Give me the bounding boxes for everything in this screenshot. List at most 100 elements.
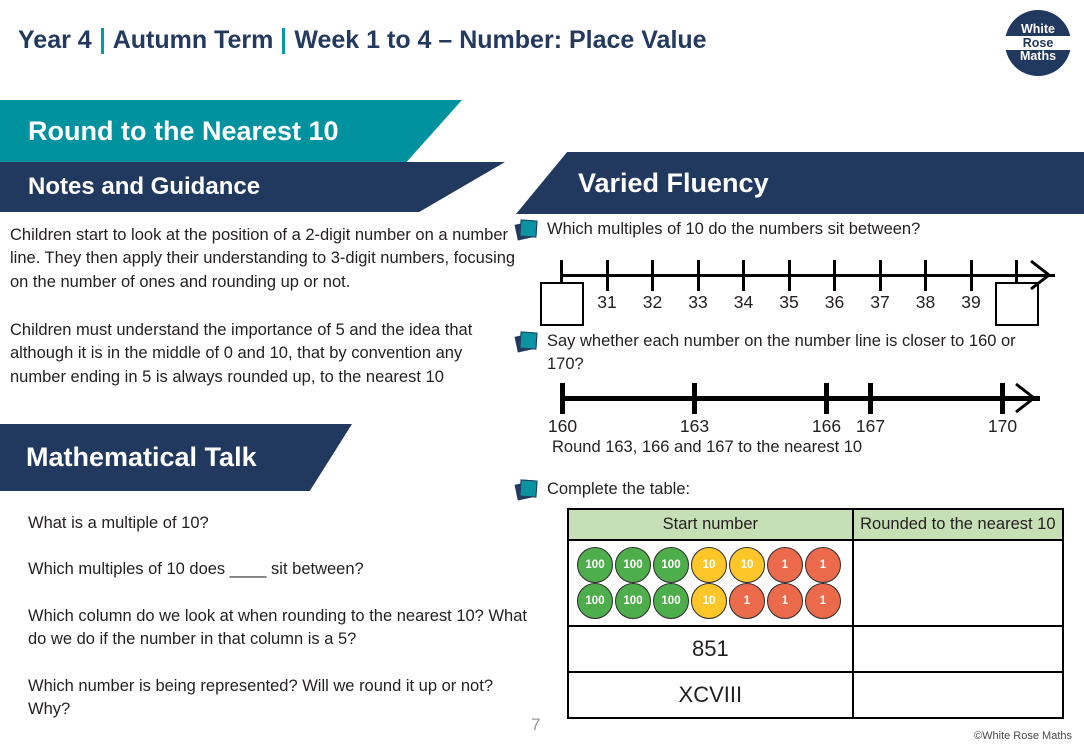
talk-question: Which multiples of 10 does ____ sit betw… bbox=[28, 560, 364, 579]
place-value-counter-100: 100 bbox=[653, 547, 689, 583]
number-line-tick-label: 160 bbox=[547, 416, 578, 436]
number-line-tick bbox=[924, 260, 927, 291]
page-header: Year 4 Autumn Term Week 1 to 4 – Number:… bbox=[0, 0, 1084, 88]
column-header-rounded: Rounded to the nearest 10 bbox=[851, 508, 1065, 541]
number-line-tick bbox=[878, 260, 882, 291]
number-line-tick-label: 37 bbox=[870, 292, 890, 312]
lesson-title: Round to the Nearest 10 bbox=[28, 115, 339, 146]
place-value-table: Start number Rounded to the nearest 10 1… bbox=[567, 508, 1065, 719]
number-line-tick bbox=[696, 260, 700, 291]
task-2: Say whether each number on the number li… bbox=[514, 330, 1046, 376]
copyright-notice: ©White Rose Maths bbox=[974, 730, 1072, 742]
rounded-answer-cell[interactable] bbox=[851, 671, 1065, 719]
header-term: Autumn Term bbox=[112, 26, 274, 54]
notes-paragraph-1: Children start to look at the position o… bbox=[10, 226, 516, 291]
place-value-counter-10: 10 bbox=[691, 547, 727, 583]
counter-row: 100 100 100 10 1 1 1 bbox=[577, 583, 848, 619]
place-value-counter-10: 10 bbox=[691, 583, 727, 619]
number-line-tick bbox=[969, 260, 973, 291]
place-value-counter-100: 100 bbox=[577, 547, 613, 583]
number-line-tick bbox=[651, 260, 654, 291]
number-line-tick-label: 39 bbox=[961, 292, 981, 312]
talk-question: What is a multiple of 10? bbox=[28, 514, 209, 532]
counter-row: 100 100 100 10 10 1 1 bbox=[577, 547, 848, 583]
place-value-counter-100: 100 bbox=[615, 583, 651, 619]
page-number: 7 bbox=[531, 715, 541, 734]
task-2-text: Say whether each number on the number li… bbox=[547, 332, 1016, 374]
varied-fluency-banner: Varied Fluency bbox=[516, 152, 1084, 214]
number-line-tick-label: 36 bbox=[824, 292, 845, 312]
number-line-arrowhead bbox=[1030, 259, 1052, 291]
rounded-answer-cell[interactable] bbox=[851, 539, 1065, 627]
table-header-row: Start number Rounded to the nearest 10 bbox=[567, 508, 1065, 541]
number-line-2: 160 163 166 167 170 bbox=[548, 378, 1060, 436]
place-value-counter-1: 1 bbox=[767, 583, 803, 619]
task-3: Complete the table: bbox=[514, 478, 1076, 501]
header-week-topic: Week 1 to 4 – Number: Place Value bbox=[294, 26, 707, 54]
place-value-counter-1: 1 bbox=[805, 583, 841, 619]
rounded-answer-cell[interactable] bbox=[851, 625, 1065, 673]
place-value-counter-10: 10 bbox=[729, 547, 765, 583]
number-line-arrowhead bbox=[1015, 382, 1037, 414]
column-header-start-number: Start number bbox=[567, 508, 854, 541]
header-title: Year 4 Autumn Term Week 1 to 4 – Number:… bbox=[18, 26, 707, 55]
start-number-cell: 851 bbox=[567, 625, 854, 673]
number-line-tick-label: 33 bbox=[688, 292, 708, 312]
number-line-axis bbox=[560, 274, 1055, 277]
mathematical-talk-questions: What is a multiple of 10? Which multiple… bbox=[28, 512, 528, 745]
talk-question: Which column do we look at when rounding… bbox=[28, 606, 527, 649]
number-line-tick bbox=[560, 383, 565, 414]
number-line-tick bbox=[868, 383, 873, 414]
number-line-tick bbox=[692, 383, 697, 414]
number-line-tick bbox=[824, 383, 829, 414]
table-body: 100 100 100 10 10 1 1 100 100 100 10 1 1 1 851 XCVIII bbox=[567, 539, 1065, 719]
number-line-tick bbox=[787, 260, 791, 291]
varied-fluency-heading: Varied Fluency bbox=[578, 167, 769, 198]
place-value-counter-100: 100 bbox=[615, 547, 651, 583]
table-row: XCVIII bbox=[567, 671, 1065, 719]
number-line-tick-label: 35 bbox=[779, 292, 799, 312]
notes-paragraph-2: Children must understand the importance … bbox=[10, 321, 473, 386]
lesson-title-banner: Round to the Nearest 10 bbox=[0, 100, 462, 162]
number-line-tick-label: 38 bbox=[915, 292, 936, 312]
header-separator-2 bbox=[282, 27, 286, 54]
start-number-counters-cell: 100 100 100 10 10 1 1 100 100 100 10 1 1 1 bbox=[567, 539, 854, 627]
header-year: Year 4 bbox=[18, 26, 92, 54]
mathematical-talk-banner: Mathematical Talk bbox=[0, 424, 352, 491]
task-3-text: Complete the table: bbox=[547, 480, 691, 498]
number-line-answer-box[interactable] bbox=[539, 282, 584, 326]
number-line-tick bbox=[1000, 383, 1005, 414]
logo-line-maths: Maths bbox=[1019, 49, 1057, 64]
number-line-tick-label: 31 bbox=[597, 292, 617, 312]
logo-line-rose: Rose bbox=[1005, 35, 1071, 51]
table-row: 100 100 100 10 10 1 1 100 100 100 10 1 1 1 bbox=[567, 539, 1065, 627]
place-value-counter-1: 1 bbox=[729, 583, 765, 619]
number-line-tick-label: 167 bbox=[855, 416, 886, 436]
table-row: 851 bbox=[567, 625, 1065, 673]
logo-line-white: White bbox=[1020, 21, 1056, 36]
number-line-tick bbox=[833, 260, 836, 291]
place-value-counter-100: 100 bbox=[653, 583, 689, 619]
place-value-counter-1: 1 bbox=[805, 547, 841, 583]
task-1: Which multiples of 10 do the numbers sit… bbox=[514, 218, 1076, 241]
number-line-1: 31 32 33 34 35 36 37 38 39 bbox=[539, 252, 1060, 326]
number-line-tick bbox=[605, 260, 609, 291]
header-separator-1 bbox=[100, 27, 104, 54]
number-line-tick-label: 163 bbox=[679, 416, 710, 436]
number-line-tick-label: 32 bbox=[642, 292, 663, 312]
square-bullet-icon bbox=[514, 219, 538, 241]
place-value-counter-100: 100 bbox=[577, 583, 613, 619]
number-line-tick-label: 166 bbox=[811, 416, 842, 436]
talk-heading: Mathematical Talk bbox=[26, 442, 257, 472]
talk-question: Which number is being represented? Will … bbox=[28, 676, 493, 719]
square-bullet-icon bbox=[514, 479, 538, 501]
number-line-tick-label: 170 bbox=[987, 416, 1018, 436]
number-line-2-caption: Round 163, 166 and 167 to the nearest 10 bbox=[552, 438, 863, 456]
number-line-tick-label: 34 bbox=[733, 292, 754, 312]
number-line-axis bbox=[560, 396, 1040, 401]
white-rose-maths-logo: White Rose Maths bbox=[1005, 10, 1071, 76]
place-value-counter-1: 1 bbox=[767, 547, 803, 583]
notes-heading: Notes and Guidance bbox=[28, 173, 261, 200]
number-line-tick bbox=[742, 260, 745, 291]
start-number-cell: XCVIII bbox=[567, 671, 854, 719]
